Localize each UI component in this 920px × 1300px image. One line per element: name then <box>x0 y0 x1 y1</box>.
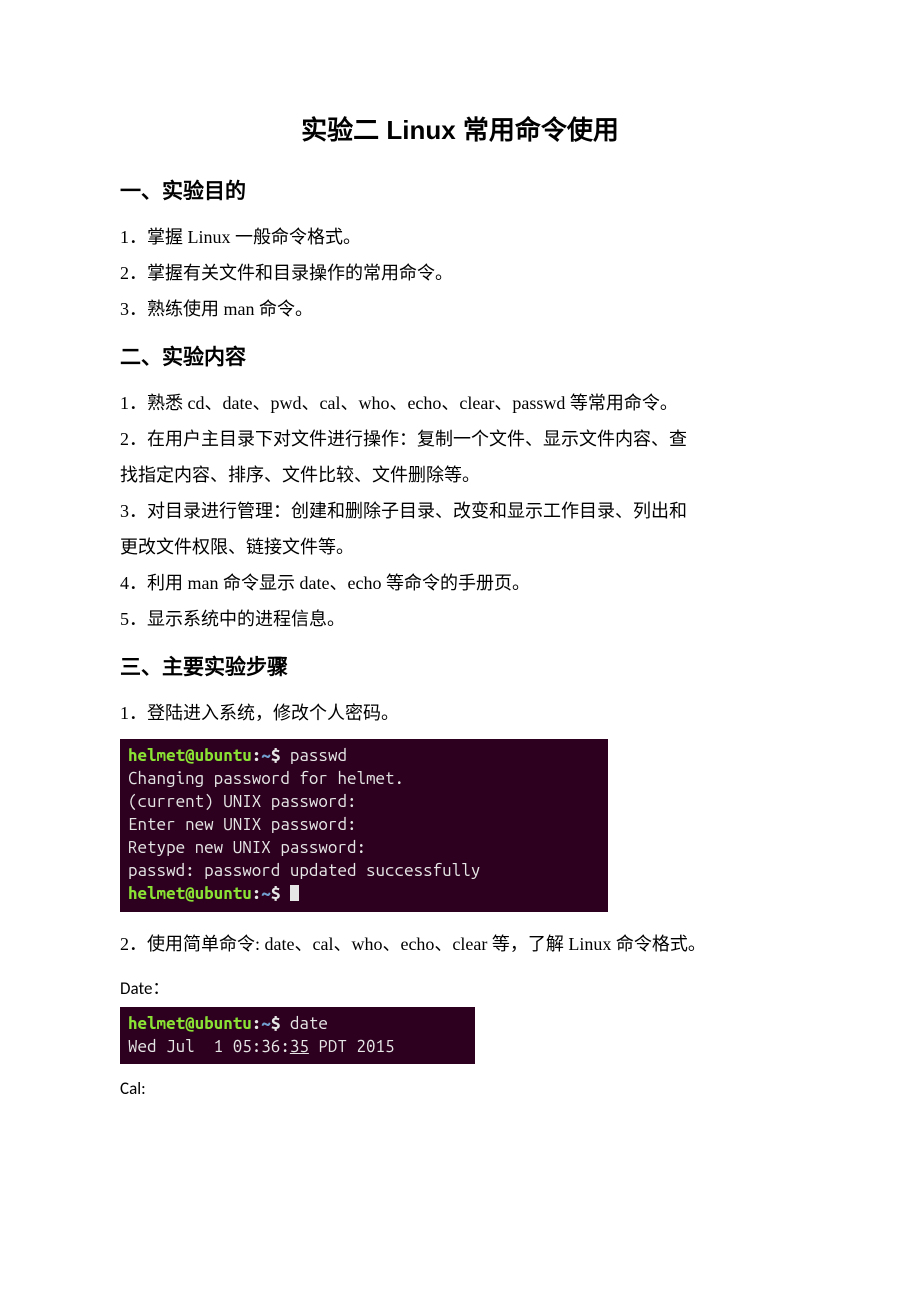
terminal-output: (current) UNIX password: <box>128 791 600 814</box>
sec1-item-1: 1．掌握 Linux 一般命令格式。 <box>120 219 800 255</box>
terminal-output: Changing password for helmet. <box>128 768 600 791</box>
prompt-path: ~ <box>261 884 271 903</box>
prompt-user: helmet@ubuntu <box>128 1014 252 1033</box>
date-part-a: Wed Jul 1 05:36: <box>128 1037 290 1056</box>
date-part-b: 35 <box>290 1037 309 1056</box>
prompt-user: helmet@ubuntu <box>128 884 252 903</box>
sec3-step-1: 1．登陆进入系统，修改个人密码。 <box>120 695 800 731</box>
sec1-item-2: 2．掌握有关文件和目录操作的常用命令。 <box>120 255 800 291</box>
terminal-output: passwd: password updated successfully <box>128 860 600 883</box>
sec2-item-1: 1．熟悉 cd、date、pwd、cal、who、echo、clear、pass… <box>120 385 800 421</box>
prompt-colon: : <box>252 884 262 903</box>
cal-label: Cal: <box>120 1078 800 1099</box>
document-page: 实验二 Linux 常用命令使用 一、实验目的 1．掌握 Linux 一般命令格… <box>0 0 920 1165</box>
sec1-item-3: 3．熟练使用 man 命令。 <box>120 291 800 327</box>
command-text: date <box>290 1014 328 1033</box>
command-text: passwd <box>290 746 347 765</box>
sec2-item-3b: 更改文件权限、链接文件等。 <box>120 529 800 565</box>
terminal-line: helmet@ubuntu:~$ passwd <box>128 745 600 768</box>
prompt-path: ~ <box>261 746 271 765</box>
prompt-colon: : <box>252 746 262 765</box>
terminal-line: helmet@ubuntu:~$ date <box>128 1013 467 1036</box>
prompt-user: helmet@ubuntu <box>128 746 252 765</box>
terminal-output: Enter new UNIX password: <box>128 814 600 837</box>
sec2-item-2b: 找指定内容、排序、文件比较、文件删除等。 <box>120 457 800 493</box>
terminal-passwd: helmet@ubuntu:~$ passwd Changing passwor… <box>120 739 608 912</box>
prompt-dollar: $ <box>271 884 290 903</box>
cursor-icon <box>290 885 299 901</box>
date-part-c: PDT 2015 <box>309 1037 395 1056</box>
date-label: Date： <box>120 974 800 999</box>
sec2-item-4: 4．利用 man 命令显示 date、echo 等命令的手册页。 <box>120 565 800 601</box>
section-2-heading: 二、实验内容 <box>120 341 800 371</box>
prompt-dollar: $ <box>271 1014 290 1033</box>
sec2-item-2a: 2．在用户主目录下对文件进行操作：复制一个文件、显示文件内容、查 <box>120 421 800 457</box>
sec3-step-2: 2．使用简单命令: date、cal、who、echo、clear 等，了解 L… <box>120 926 800 962</box>
prompt-colon: : <box>252 1014 262 1033</box>
prompt-path: ~ <box>261 1014 271 1033</box>
terminal-date: helmet@ubuntu:~$ date Wed Jul 1 05:36:35… <box>120 1007 475 1065</box>
section-1-heading: 一、实验目的 <box>120 175 800 205</box>
terminal-output: Wed Jul 1 05:36:35 PDT 2015 <box>128 1036 467 1059</box>
sec2-item-3a: 3．对目录进行管理：创建和删除子目录、改变和显示工作目录、列出和 <box>120 493 800 529</box>
prompt-dollar: $ <box>271 746 290 765</box>
document-title: 实验二 Linux 常用命令使用 <box>120 110 800 147</box>
terminal-output: Retype new UNIX password: <box>128 837 600 860</box>
terminal-line: helmet@ubuntu:~$ <box>128 883 600 906</box>
section-3-heading: 三、主要实验步骤 <box>120 651 800 681</box>
sec2-item-5: 5．显示系统中的进程信息。 <box>120 601 800 637</box>
